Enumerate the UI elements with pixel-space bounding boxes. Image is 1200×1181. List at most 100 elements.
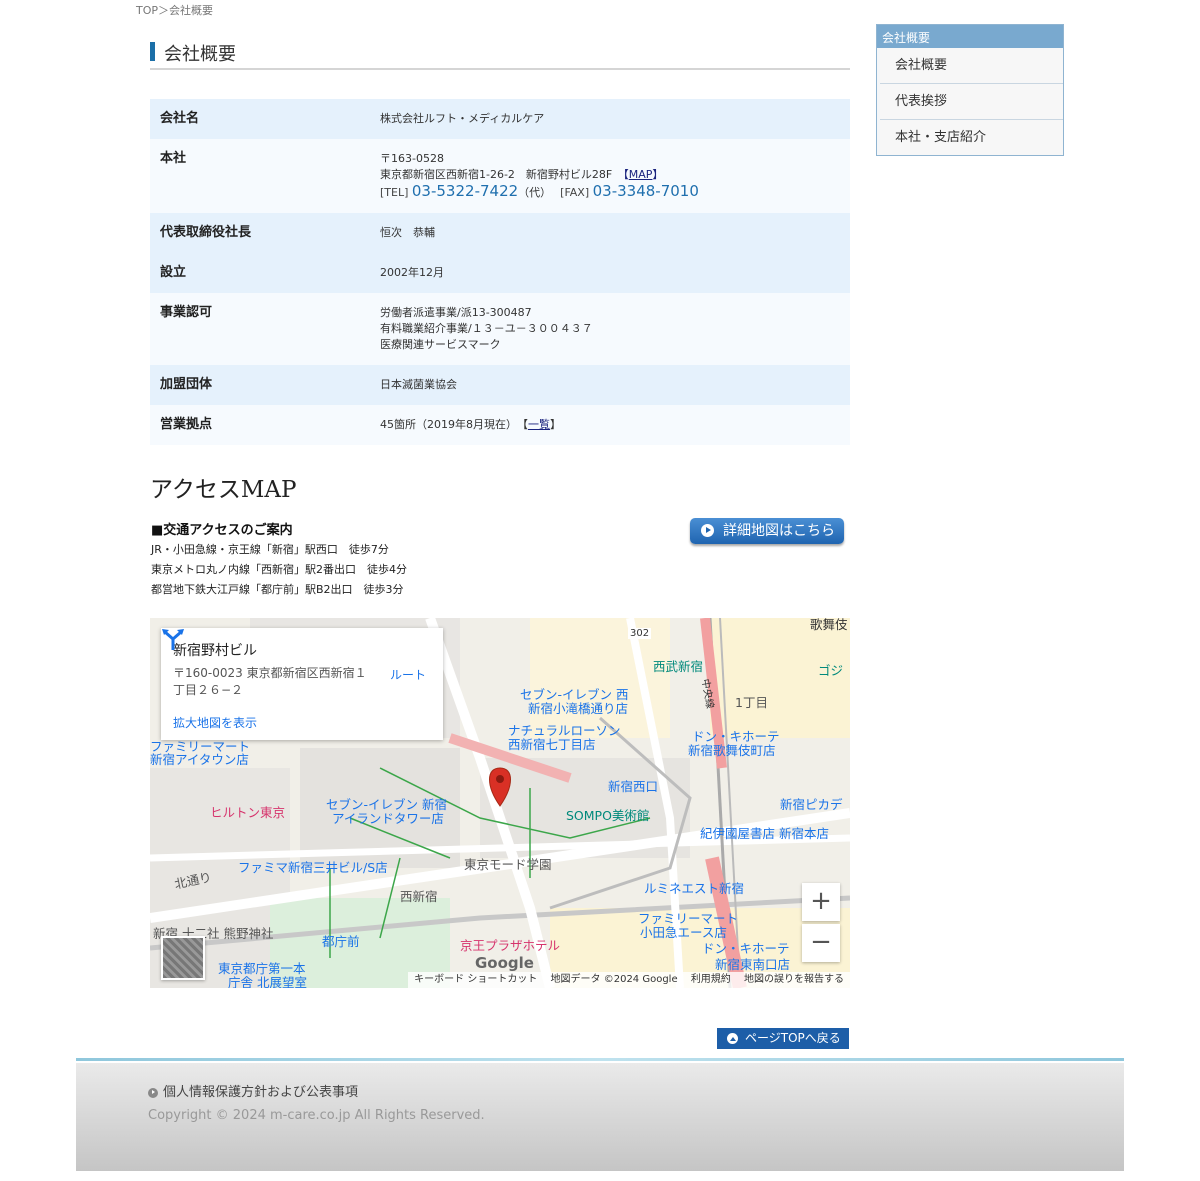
google-logo: Google <box>475 954 534 972</box>
phone-line: [TEL] 03-5322-7422（代） [FAX] 03-3348-7010 <box>380 183 840 201</box>
access-line: 東京メトロ丸ノ内線「西新宿」駅2番出口 徒歩4分 <box>151 563 407 576</box>
map-data-credit: 地図データ ©2024 Google <box>550 974 678 985</box>
arrow-circle-icon <box>148 1087 158 1098</box>
map-label: 新宿西口 <box>608 779 659 794</box>
map-label: 新宿アイタウン店 <box>150 752 249 767</box>
table-row: 営業拠点 45箇所（2019年8月現在） 【一覧】 <box>150 405 850 445</box>
detail-map-button-label: 詳細地図はこちら <box>723 523 835 539</box>
postal-code: 〒163-0528 <box>380 152 444 165</box>
map-label: 西新宿七丁目店 <box>508 737 596 752</box>
page-title: 会社概要 <box>164 44 236 65</box>
zoom-in-button[interactable]: + <box>802 883 840 921</box>
bracket-close: 】 <box>550 418 561 431</box>
map-label: 1丁目 <box>735 695 768 710</box>
footer: 個人情報保護方針および公表事項 Copyright © 2024 m-care.… <box>76 1063 1124 1171</box>
license-line: 労働者派遣事業/派13-300487 <box>380 306 532 319</box>
table-row: 加盟団体 日本滅菌業協会 <box>150 365 850 405</box>
row-value: 日本滅菌業協会 <box>370 365 850 405</box>
access-line: 都営地下鉄大江戸線「都庁前」駅B2出口 徒歩3分 <box>151 583 404 596</box>
row-label: 代表取締役社長 <box>150 213 370 253</box>
office-list-link[interactable]: 一覧 <box>528 418 550 431</box>
arrow-up-icon <box>727 1033 738 1044</box>
tel-label: [TEL] <box>380 186 409 199</box>
map-info-card: 新宿野村ビル 〒160-0023 東京都新宿区西新宿１丁目２６−２ 拡大地図を表… <box>161 628 443 740</box>
sidebar-item-greeting[interactable]: 代表挨拶 <box>880 83 1063 119</box>
map-label: 東京モード学園 <box>464 857 552 872</box>
access-title: アクセスMAP <box>150 477 297 503</box>
license-line: 医療関連サービスマーク <box>380 338 501 351</box>
row-value: 45箇所（2019年8月現在） 【一覧】 <box>370 405 850 445</box>
footer-divider <box>76 1058 1124 1061</box>
terms-link[interactable]: 利用規約 <box>691 974 731 985</box>
map-label: ファミマ新宿三井ビル/S店 <box>238 860 388 875</box>
map-label: 京王プラザホテル <box>460 938 561 953</box>
address: 東京都新宿区西新宿1-26-2 新宿野村ビル28F <box>380 168 624 181</box>
map-bracket-close: 】 <box>652 168 664 181</box>
address-line: 東京都新宿区西新宿1-26-2 新宿野村ビル28F 【MAP】 <box>380 167 840 183</box>
detail-map-button[interactable]: 詳細地図はこちら <box>690 518 844 544</box>
report-error-link[interactable]: 地図の誤りを報告する <box>744 974 844 985</box>
map-label: アイランドタワー店 <box>332 811 444 826</box>
title-accent-bar <box>150 42 155 61</box>
row-value: 2002年12月 <box>370 253 850 293</box>
table-row: 本社 〒163-0528 東京都新宿区西新宿1-26-2 新宿野村ビル28F 【… <box>150 139 850 213</box>
map-label: 新宿東南口店 <box>715 957 791 972</box>
table-row: 代表取締役社長 恒次 恭輔 <box>150 213 850 253</box>
row-label: 会社名 <box>150 99 370 139</box>
map-label: 歌舞伎 <box>810 618 848 632</box>
map-label: 西新宿 <box>400 889 438 904</box>
privacy-policy-link[interactable]: 個人情報保護方針および公表事項 <box>148 1081 358 1100</box>
keyboard-shortcuts-link[interactable]: キーボード ショートカット <box>414 974 537 985</box>
larger-map-link[interactable]: 拡大地図を表示 <box>173 714 257 731</box>
map-label: 新宿歌舞伎町店 <box>688 743 776 758</box>
access-line: JR・小田急線・京王線「新宿」駅西口 徒歩7分 <box>151 543 389 556</box>
zoom-out-button[interactable]: − <box>802 924 840 962</box>
row-label: 事業認可 <box>150 293 370 365</box>
sidebar-item-company[interactable]: 会社概要 <box>880 48 1063 83</box>
map-label: 都庁前 <box>322 934 360 949</box>
row-label: 営業拠点 <box>150 405 370 445</box>
tel-suffix: （代） <box>518 186 546 199</box>
license-line: 有料職業紹介事業/１３－ユ－３００４３７ <box>380 322 593 335</box>
table-row: 設立 2002年12月 <box>150 253 850 293</box>
map-label: ルミネエスト新宿 <box>644 881 745 896</box>
fax-label: [FAX] <box>560 186 590 199</box>
privacy-policy-label: 個人情報保護方針および公表事項 <box>163 1085 359 1100</box>
sidebar-item-offices[interactable]: 本社・支店紹介 <box>880 119 1063 155</box>
row-label: 設立 <box>150 253 370 293</box>
row-value: 株式会社ルフト・メディカルケア <box>370 99 850 139</box>
map-label: 紀伊國屋書店 新宿本店 <box>700 826 829 841</box>
satellite-toggle[interactable] <box>161 936 205 980</box>
row-label: 本社 <box>150 139 370 213</box>
google-map[interactable]: 歌舞伎 302 西武新宿 ゴジ 中央線 1丁目 セブン-イレブン 西 新宿小滝橋… <box>150 618 850 988</box>
tel-number[interactable]: 03-5322-7422 <box>412 182 518 200</box>
map-label: 302 <box>628 628 652 639</box>
table-row: 事業認可 労働者派遣事業/派13-300487 有料職業紹介事業/１３－ユ－３０… <box>150 293 850 365</box>
sidebar-heading: 会社概要 <box>877 25 1063 48</box>
place-name: 新宿野村ビル <box>173 643 257 659</box>
route-label[interactable]: ルート <box>390 666 426 683</box>
map-link[interactable]: MAP <box>629 168 653 181</box>
table-row: 会社名 株式会社ルフト・メディカルケア <box>150 99 850 139</box>
sidebar: 会社概要 会社概要 代表挨拶 本社・支店紹介 <box>876 24 1064 156</box>
copyright: Copyright © 2024 m-care.co.jp All Rights… <box>148 1108 485 1123</box>
arrow-circle-icon <box>701 524 714 537</box>
map-label: 新宿ピカデ <box>780 797 843 812</box>
row-value: 労働者派遣事業/派13-300487 有料職業紹介事業/１３－ユ－３００４３７ … <box>370 293 850 365</box>
map-label: SOMPO美術館 <box>566 808 650 823</box>
map-label: ヒルトン東京 <box>210 805 286 820</box>
map-label: 西武新宿 <box>653 659 704 674</box>
map-footer: キーボード ショートカット 地図データ ©2024 Google 利用規約 地図… <box>408 972 850 988</box>
place-address: 〒160-0023 東京都新宿区西新宿１丁目２６−２ <box>173 666 367 697</box>
page-top-label: ページTOPへ戻る <box>745 1031 841 1045</box>
breadcrumb[interactable]: TOP＞会社概要 <box>136 2 213 18</box>
map-label: 庁舎 北展望室 <box>228 975 307 988</box>
directions-icon[interactable] <box>161 628 185 650</box>
fax-number: 03-3348-7010 <box>592 182 699 200</box>
map-label: ゴジ <box>818 663 844 678</box>
page-title-wrap: 会社概要 <box>150 40 850 70</box>
page-top-button[interactable]: ページTOPへ戻る <box>717 1028 849 1049</box>
row-value: 〒163-0528 東京都新宿区西新宿1-26-2 新宿野村ビル28F 【MAP… <box>370 139 850 213</box>
row-label: 加盟団体 <box>150 365 370 405</box>
map-label: 新宿小滝橋通り店 <box>528 701 629 716</box>
